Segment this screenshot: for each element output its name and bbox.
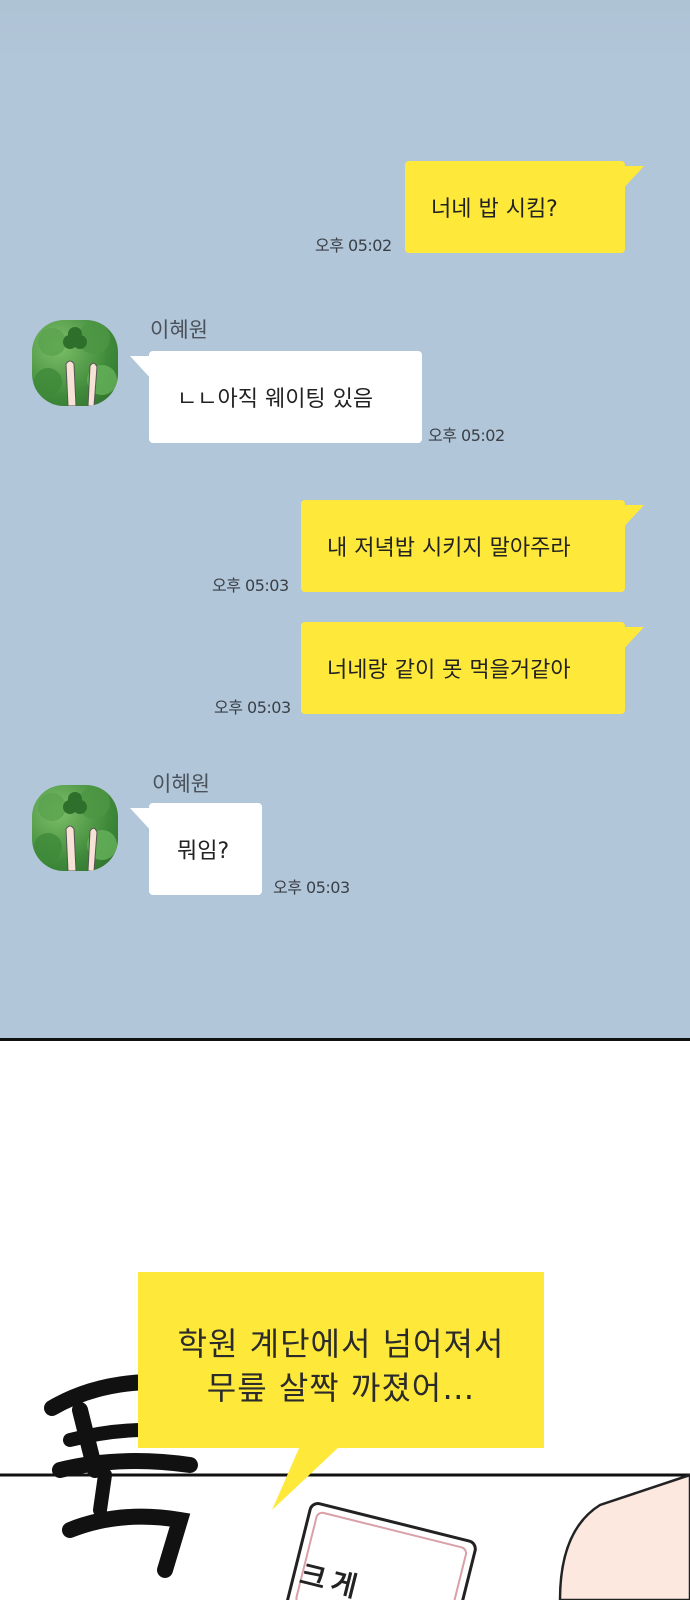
outgoing-message-bubble[interactable]: 너네랑 같이 못 먹을거같아 [301, 622, 625, 714]
outgoing-message-bubble[interactable]: 너네 밥 시킴? [405, 161, 625, 253]
incoming-message-bubble[interactable]: 뭐임? [149, 803, 262, 895]
speech-tail [272, 1446, 340, 1510]
message-text: ㄴㄴ아직 웨이팅 있음 [177, 387, 374, 412]
speech-line-2: 무릎 살짝 까졌어… [206, 1369, 476, 1407]
hand-illustration [558, 1473, 690, 1600]
contact-name: 이혜원 [152, 772, 210, 796]
bubble-tail [620, 627, 644, 653]
speech-text: 학원 계단에서 넘어져서 무릎 살짝 까졌어… [138, 1322, 544, 1410]
outgoing-message-bubble[interactable]: 내 저녁밥 시키지 말아주라 [301, 500, 625, 592]
bubble-tail [620, 166, 644, 192]
message-text: 너네랑 같이 못 먹을거같아 [327, 658, 571, 683]
message-timestamp: 오후 05:03 [212, 576, 289, 595]
message-text: 내 저녁밥 시키지 말아주라 [327, 536, 571, 561]
bubble-tail [620, 505, 644, 531]
contact-name: 이혜원 [150, 318, 208, 342]
message-text: 너네 밥 시킴? [431, 197, 558, 222]
message-timestamp: 오후 05:03 [273, 878, 350, 897]
contact-avatar[interactable] [32, 320, 118, 406]
message-text: 뭐임? [177, 839, 230, 864]
contact-avatar[interactable] [32, 785, 118, 871]
message-timestamp: 오후 05:02 [315, 236, 392, 255]
message-timestamp: 오후 05:03 [214, 698, 291, 717]
message-timestamp: 오후 05:02 [428, 426, 505, 445]
speech-line-1: 학원 계단에서 넘어져서 [177, 1325, 505, 1363]
incoming-message-bubble[interactable]: ㄴㄴ아직 웨이팅 있음 [149, 351, 422, 443]
